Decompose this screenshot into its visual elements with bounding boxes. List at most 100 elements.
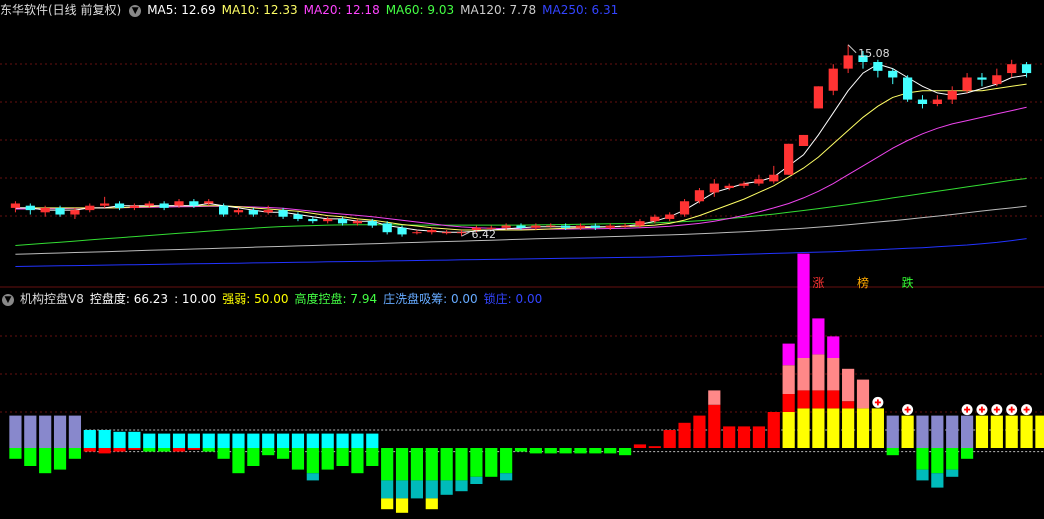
indicator-bar [128,448,141,450]
candle-body [25,205,35,211]
indicator-bar [931,448,944,474]
indicator-bar [1035,415,1044,448]
indicator-bar [9,448,22,459]
chevron-down-icon[interactable]: ▼ [2,293,14,306]
candle-body [397,227,407,235]
indicator-bar [856,379,870,409]
indicator-bar [306,473,319,481]
candle-body [888,70,898,78]
indicator-bar [39,415,52,448]
indicator-bar [708,390,721,405]
candle-body [962,77,972,91]
indicator-bar [782,343,795,366]
candle-body [367,221,377,226]
indicator-bar [678,422,691,448]
candle-body [769,174,779,182]
indicator-bar [990,415,1003,448]
candle-body [977,77,987,80]
indicator-bar [410,480,424,499]
candle-body [233,210,244,213]
candle-body [605,225,615,228]
indicator-bar [975,415,989,448]
candle-body [412,232,422,234]
ma20-line [15,106,1027,230]
candle-body [174,201,184,206]
sub-header: ▼ 机构控盘V8 控盘度: 66.23: 10.00 强弱: 50.00 高度控盘: 7… [0,289,554,309]
candle-body [10,203,21,208]
candle-body [754,179,764,184]
ma-legend-item-4: MA120: 7.78 [460,3,537,17]
candle-body [739,183,749,186]
indicator-legend: 控盘度: 66.23: 10.00 强弱: 50.00 高度控盘: 7.94 庄洗盘吸… [90,292,548,306]
indicator-bar [946,448,959,470]
indicator-bar [752,426,766,448]
candle-body [516,225,526,228]
indicator-bar [827,358,840,391]
candle-body [40,207,50,213]
candle-body [323,218,333,222]
ma-legend-item-5: MA250: 6.31 [542,3,619,17]
indicator-bar [83,430,96,448]
chevron-down-icon[interactable]: ▼ [129,4,142,17]
indicator-bar [232,448,245,474]
indicator-bar [946,469,959,477]
candle-body [278,210,288,217]
indicator-bar [217,433,230,448]
indicator-bar [440,448,453,481]
candle-body [694,190,705,202]
candle-body [724,185,734,188]
indicator-bar [797,253,810,358]
indicator-bar [395,480,409,499]
candle-body [55,207,65,215]
ma250-line [15,238,1027,267]
indicator-bar [366,433,379,448]
indicator-bar [202,448,215,452]
indicator-bar [708,404,721,448]
candle-body [248,210,258,215]
indicator-bar [782,412,795,448]
indicator-bar [856,408,870,448]
indicator-bar [500,473,513,481]
indicator-bar [425,480,438,499]
candle-body [798,134,809,146]
indicator-bar [633,444,647,448]
indicator-bar [410,448,424,481]
candle-body [293,214,303,219]
indicator-bar [395,498,409,513]
indicator-bar [842,408,855,448]
indicator-bar [68,415,82,448]
main-header: 东华软件(日线 前复权) ▼ MA5: 12.69 MA10: 12.33 MA20: … [0,0,630,20]
indicator-bar [812,408,825,448]
indicator-bar [306,448,319,474]
candle-body [917,99,928,104]
indicator-bar [767,412,780,448]
ma-legend-item-3: MA60: 9.03 [385,3,455,17]
indicator-bar [9,415,22,448]
indicator-bar [901,415,914,448]
candle-body [902,77,913,100]
signal-marker: 涨 [812,275,824,290]
indicator-bar [291,433,305,448]
indicator-bar [931,415,944,448]
indicator-bar [39,448,52,474]
candle-body [218,205,229,215]
indicator-bar [158,433,171,448]
candle-body [650,216,660,222]
indicator-bar [663,430,676,448]
indicator-legend-item-5: 锁庄: 0.00 [483,292,543,306]
indicator-bar [514,448,528,452]
indicator-bar [589,448,602,454]
candle-body [1007,64,1017,74]
candle-body [144,203,154,206]
candle-body [85,205,95,211]
indicator-bar [187,433,200,448]
indicator-bar [143,433,156,448]
indicator-bar [455,448,468,481]
indicator-bar [306,433,319,448]
ma-legend-item-0: MA5: 12.69 [147,3,216,17]
indicator-bar [827,336,840,358]
indicator-bar [916,415,929,448]
candle-body [189,201,199,206]
indicator-bar [797,358,810,391]
indicator-bar [321,433,334,448]
